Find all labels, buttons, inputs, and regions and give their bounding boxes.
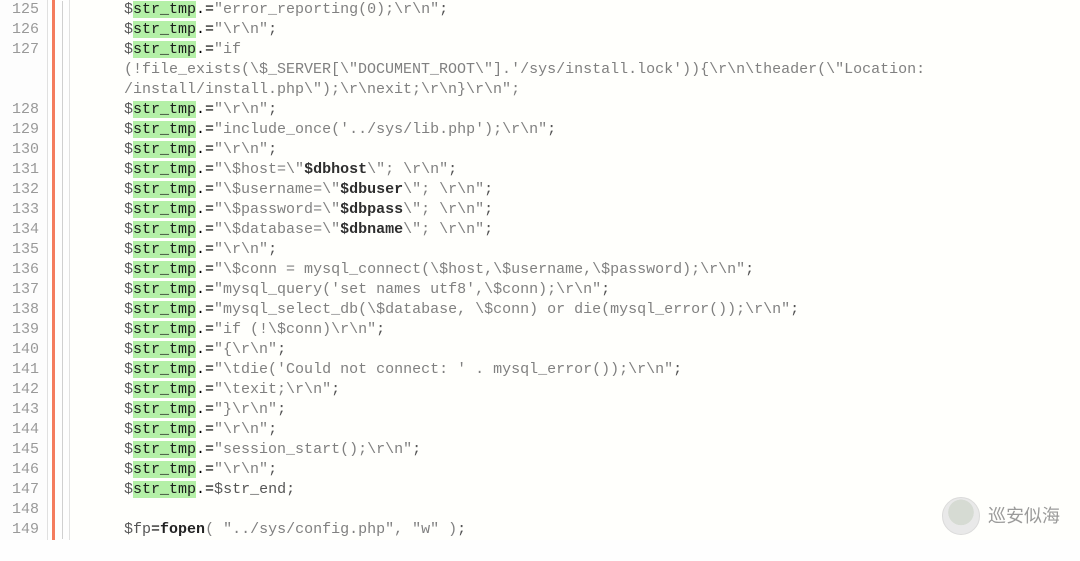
code-line: $str_tmp.="}\r\n";	[70, 400, 1080, 420]
line-number: 125	[0, 0, 39, 20]
line-number: 127	[0, 40, 39, 60]
code-line	[70, 500, 1080, 520]
code-line: $str_tmp.="\r\n";	[70, 20, 1080, 40]
line-number: 131	[0, 160, 39, 180]
code-line: $str_tmp.="\$username=\"$dbuser\"; \r\n"…	[70, 180, 1080, 200]
code-line: $str_tmp.="\$password=\"$dbpass\"; \r\n"…	[70, 200, 1080, 220]
code-line: $str_tmp.="\$host=\"$dbhost\"; \r\n";	[70, 160, 1080, 180]
line-number: 136	[0, 260, 39, 280]
watermark-text: 巡安似海	[988, 506, 1060, 526]
code-line: /install/install.php\");\r\nexit;\r\n}\r…	[70, 80, 1080, 100]
fold-line	[62, 1, 63, 539]
fold-bar	[48, 0, 70, 540]
line-number: 148	[0, 500, 39, 520]
code-line: $fp=fopen( "../sys/config.php", "w" );	[70, 520, 1080, 540]
line-number: 134	[0, 220, 39, 240]
line-number: 146	[0, 460, 39, 480]
line-number: 145	[0, 440, 39, 460]
modified-marker	[52, 0, 55, 540]
code-line: $str_tmp.="if (!\$conn)\r\n";	[70, 320, 1080, 340]
line-number-gutter: 1251261271281291301311321331341351361371…	[0, 0, 48, 540]
code-line: $str_tmp.="\r\n";	[70, 460, 1080, 480]
line-number: 126	[0, 20, 39, 40]
line-number: 130	[0, 140, 39, 160]
code-line: $str_tmp.="\r\n";	[70, 100, 1080, 120]
code-line: $str_tmp.="mysql_query('set names utf8',…	[70, 280, 1080, 300]
code-line: $str_tmp.="\tdie('Could not connect: ' .…	[70, 360, 1080, 380]
line-number	[0, 80, 39, 100]
code-line: $str_tmp.="if	[70, 40, 1080, 60]
line-number: 133	[0, 200, 39, 220]
code-line: $str_tmp.="{\r\n";	[70, 340, 1080, 360]
code-line: $str_tmp.="\$database=\"$dbname\"; \r\n"…	[70, 220, 1080, 240]
code-line: $str_tmp.="\$conn = mysql_connect(\$host…	[70, 260, 1080, 280]
code-line: $str_tmp.="\r\n";	[70, 240, 1080, 260]
line-number: 140	[0, 340, 39, 360]
line-number: 144	[0, 420, 39, 440]
code-area[interactable]: $str_tmp.="error_reporting(0);\r\n";$str…	[70, 0, 1080, 540]
code-line: $str_tmp.="mysql_select_db(\$database, \…	[70, 300, 1080, 320]
watermark-avatar-icon	[942, 497, 980, 535]
code-line: $str_tmp.="\texit;\r\n";	[70, 380, 1080, 400]
line-number: 143	[0, 400, 39, 420]
code-editor: 1251261271281291301311321331341351361371…	[0, 0, 1080, 540]
line-number: 128	[0, 100, 39, 120]
line-number: 147	[0, 480, 39, 500]
line-number: 142	[0, 380, 39, 400]
line-number: 139	[0, 320, 39, 340]
code-line: $str_tmp.="\r\n";	[70, 140, 1080, 160]
line-number: 132	[0, 180, 39, 200]
watermark: 巡安似海	[942, 497, 1060, 535]
line-number: 135	[0, 240, 39, 260]
code-line: $str_tmp.="include_once('../sys/lib.php'…	[70, 120, 1080, 140]
line-number: 138	[0, 300, 39, 320]
code-line: $str_tmp.="session_start();\r\n";	[70, 440, 1080, 460]
code-line: (!file_exists(\$_SERVER[\"DOCUMENT_ROOT\…	[70, 60, 1080, 80]
line-number: 149	[0, 520, 39, 540]
code-line: $str_tmp.=$str_end;	[70, 480, 1080, 500]
line-number: 137	[0, 280, 39, 300]
line-number: 129	[0, 120, 39, 140]
code-line: $str_tmp.="\r\n";	[70, 420, 1080, 440]
line-number	[0, 60, 39, 80]
line-number: 141	[0, 360, 39, 380]
code-line: $str_tmp.="error_reporting(0);\r\n";	[70, 0, 1080, 20]
